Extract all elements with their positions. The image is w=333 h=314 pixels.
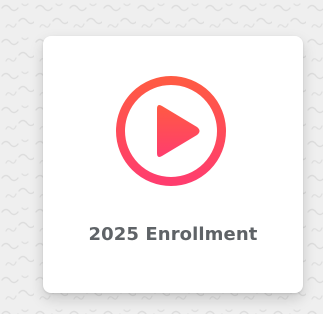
play-circle-icon[interactable]	[113, 73, 229, 189]
card-title: 2025 Enrollment	[88, 224, 258, 245]
enrollment-card[interactable]: 2025 Enrollment	[43, 36, 303, 293]
right-edge-strip	[323, 0, 333, 314]
